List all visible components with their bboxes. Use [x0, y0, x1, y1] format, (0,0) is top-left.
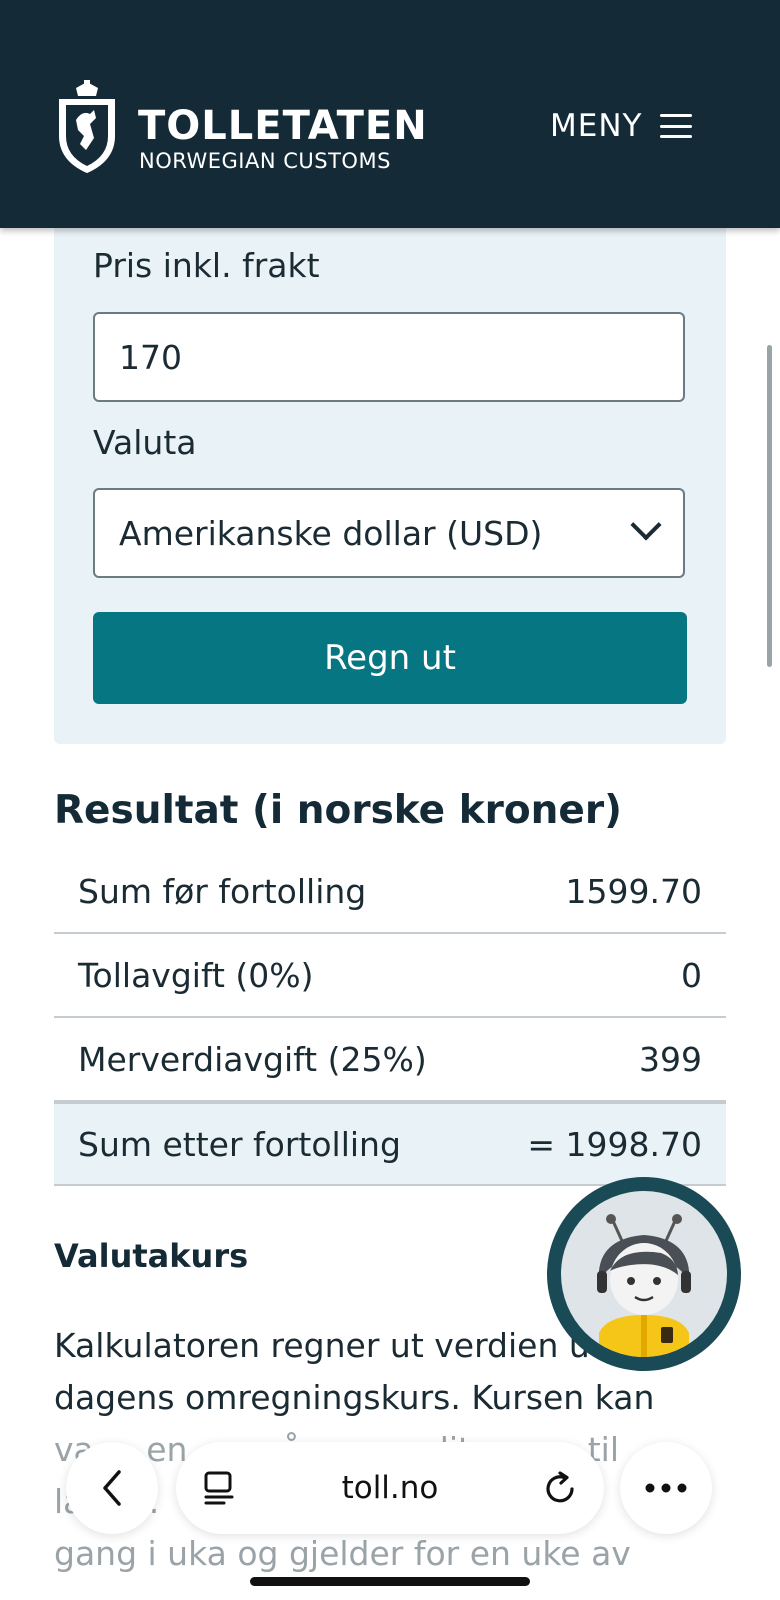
row-value: 1599.70	[565, 871, 702, 911]
hamburger-icon	[660, 114, 693, 138]
currency-select[interactable]: Amerikanske dollar (USD)	[93, 488, 685, 578]
chevron-down-icon	[630, 509, 662, 541]
address-bar[interactable]: toll.no	[176, 1442, 604, 1534]
table-row: Sum før fortolling 1599.70	[54, 850, 726, 934]
reader-mode-icon[interactable]	[202, 1470, 236, 1506]
row-value: 399	[639, 1039, 702, 1079]
home-indicator[interactable]	[250, 1577, 530, 1586]
scrollbar[interactable]	[767, 345, 772, 667]
calculate-button[interactable]: Regn ut	[93, 612, 687, 704]
row-label: Merverdiavgift (25%)	[78, 1039, 427, 1079]
price-value: 170	[119, 337, 182, 377]
more-options-button[interactable]	[620, 1442, 712, 1534]
back-button[interactable]	[66, 1442, 158, 1534]
currency-selected-value: Amerikanske dollar (USD)	[119, 513, 543, 553]
row-value: 0	[681, 955, 702, 995]
browser-toolbar: toll.no	[0, 1430, 780, 1540]
table-row: Tollavgift (0%) 0	[54, 934, 726, 1018]
more-dots-icon	[645, 1483, 687, 1493]
price-input[interactable]: 170	[93, 312, 685, 402]
chat-assistant-avatar[interactable]	[547, 1177, 741, 1371]
currency-label: Valuta	[93, 423, 197, 462]
reload-icon[interactable]	[542, 1470, 578, 1506]
row-label: Tollavgift (0%)	[78, 955, 314, 995]
result-table: Sum før fortolling 1599.70 Tollavgift (0…	[54, 850, 726, 1186]
norwegian-crest-logo[interactable]	[56, 80, 118, 174]
table-row: Merverdiavgift (25%) 399	[54, 1018, 726, 1102]
row-label: Sum før fortolling	[78, 871, 367, 911]
exchange-heading: Valutakurs	[54, 1237, 249, 1275]
row-label: Sum etter fortolling	[78, 1124, 401, 1164]
menu-label: MENY	[550, 108, 643, 144]
menu-button[interactable]: MENY	[550, 108, 693, 144]
brand-subtitle: NORWEGIAN CUSTOMS	[139, 149, 391, 173]
chevron-left-icon	[103, 1470, 121, 1506]
text-line: dagens omregningskurs. Kursen kan	[54, 1378, 655, 1417]
url-text: toll.no	[341, 1470, 439, 1506]
price-label: Pris inkl. frakt	[93, 246, 320, 285]
result-title: Resultat (i norske kroner)	[54, 788, 622, 833]
row-value: = 1998.70	[527, 1124, 702, 1164]
site-header: TOLLETATEN NORWEGIAN CUSTOMS MENY	[0, 0, 780, 228]
total-row: Sum etter fortolling = 1998.70	[54, 1102, 726, 1186]
brand-title: TOLLETATEN	[138, 103, 428, 149]
assistant-face-icon	[561, 1191, 727, 1357]
